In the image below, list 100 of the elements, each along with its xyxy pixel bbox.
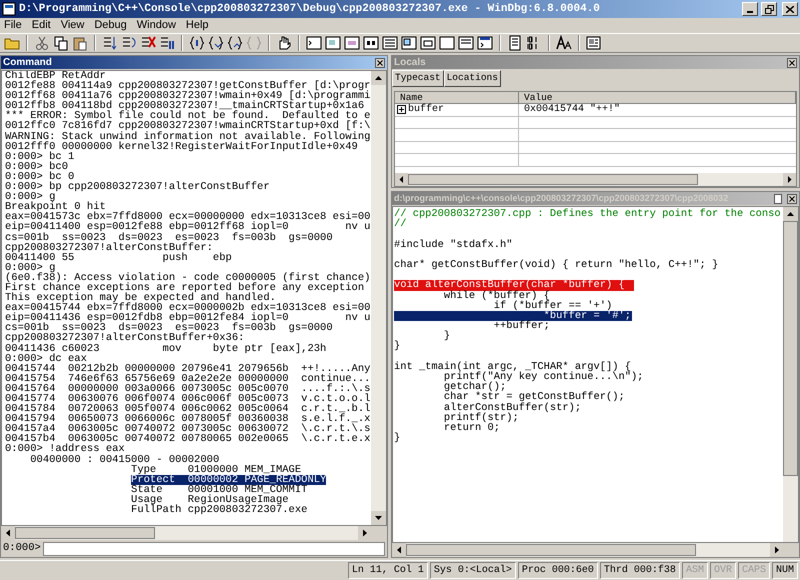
output-line: State 00001000 MEM_COMMIT [131, 484, 308, 495]
minimize-button[interactable] [742, 2, 758, 16]
scroll-left-icon[interactable] [395, 173, 408, 186]
font-size-icon[interactable] [556, 35, 572, 51]
scroll-down-icon[interactable] [371, 511, 386, 525]
status-field: ASM [682, 562, 708, 579]
brace-icon[interactable] [189, 35, 205, 51]
scroll-right-icon[interactable] [770, 543, 784, 557]
output-line: eip=00411400 esp=0012fe88 ebp=0012ff68 iopl=0 nv u [5, 222, 370, 232]
window-icon[interactable] [401, 35, 417, 51]
scissors-icon[interactable] [34, 35, 50, 51]
horizontal-scrollbar[interactable] [392, 543, 784, 557]
code-line: if (*buffer == '+') [494, 300, 612, 311]
close-button[interactable] [782, 2, 798, 16]
minimize-icon [747, 11, 753, 13]
scroll-up-icon[interactable] [783, 207, 798, 221]
output-line: Breakpoint 0 hit [5, 202, 106, 212]
copy-icon[interactable] [53, 35, 69, 51]
restore-button[interactable] [761, 2, 777, 16]
properties-icon[interactable] [586, 35, 602, 51]
scroll-up-icon[interactable] [371, 71, 386, 85]
window-icon[interactable] [439, 35, 455, 51]
output-line: 0:000> !address eax [5, 444, 125, 455]
code-line: int _tmain(int argc, _TCHAR* argv[]) { [394, 362, 631, 372]
horizontal-scrollbar[interactable] [395, 173, 796, 186]
output-line: eax=0041573c ebx=7ffd8000 ecx=00000000 edx=10313ce8 esi=00 [5, 212, 370, 222]
document-icon[interactable] [507, 35, 523, 51]
output-line: eax=00415744 ebx=7ffd8000 ecx=0000002b edx=10313ce8 esi=00 [5, 303, 370, 314]
window-icon[interactable] [363, 35, 379, 51]
tab-button[interactable]: Typecast [392, 70, 444, 87]
expand-icon[interactable] [397, 105, 406, 114]
close-icon[interactable] [787, 58, 797, 68]
output-line: 00415754 746e6f63 65756e69 0a2e2e2e 00000000 continue... [5, 374, 370, 384]
output-line: cpp200803272307!alterConstBuffer+0x36: [5, 333, 244, 344]
output-line: 0:000> g [5, 262, 56, 273]
window-icon[interactable] [344, 35, 360, 51]
table-cell: buffer [408, 104, 444, 115]
code-line: #include "stdafx.h" [394, 240, 512, 250]
command-input[interactable] [42, 542, 385, 556]
window-icon[interactable] [325, 35, 341, 51]
scroll-thumb[interactable] [783, 221, 798, 476]
code-line: alterConstBuffer(str); [442, 402, 582, 413]
paste-icon[interactable] [72, 35, 88, 51]
output-line: Type 01000000 MEM_IMAGE [131, 464, 302, 475]
scroll-left-icon[interactable] [1, 526, 15, 540]
scroll-right-icon[interactable] [783, 173, 796, 186]
output-line: 0:000> dc eax [5, 354, 87, 364]
output-line: This exception may be expected and handled. [5, 293, 276, 304]
command-prompt: 0:000> [3, 540, 41, 556]
menu-item[interactable]: Debug [94, 17, 127, 34]
window-icon[interactable] [306, 35, 322, 51]
window-icon[interactable] [420, 35, 436, 51]
output-line: 0012ff68 00411a76 cpp200803272307!wmain+0x49 [d:\programmi [5, 91, 370, 102]
close-icon[interactable] [375, 58, 385, 68]
vertical-scrollbar[interactable] [371, 71, 386, 525]
app-icon [2, 2, 16, 16]
brace-icon[interactable] [227, 35, 243, 51]
document-icon[interactable] [773, 194, 783, 204]
brace-icon[interactable] [208, 35, 224, 51]
window-icon[interactable] [382, 35, 398, 51]
tab-button[interactable]: Locations [444, 70, 501, 87]
output-line: 0012ffb8 004118bd cpp200803272307!__tmainCRTStartup+0x1a6 [5, 101, 364, 112]
output-line: 0:000> bc 1 [5, 152, 74, 162]
code-line: } [394, 433, 400, 444]
vertical-scrollbar[interactable] [783, 207, 798, 542]
menu-item[interactable]: View [60, 17, 84, 34]
status-field: NUM [772, 562, 798, 579]
column-header[interactable]: Value [519, 92, 796, 104]
window-icon[interactable] [458, 35, 474, 51]
horizontal-scrollbar[interactable] [1, 526, 372, 540]
code-line: // cpp200803272307.cpp : Defines the entry point for the conso [394, 209, 781, 220]
scroll-thumb[interactable] [408, 174, 698, 185]
menu-item[interactable]: File [4, 17, 22, 34]
close-icon [786, 6, 794, 12]
output-line: *** ERROR: Symbol file could not be found. Defaulted to e [5, 111, 370, 122]
status-field: Sys 0:<Local> [430, 562, 516, 579]
code-line: return 0; [442, 422, 500, 434]
scroll-thumb[interactable] [15, 527, 155, 539]
column-header[interactable]: Name [395, 92, 519, 104]
code-line: // [394, 219, 406, 230]
pause-icon[interactable] [159, 35, 175, 51]
code-line: } [394, 341, 400, 352]
close-icon[interactable] [787, 194, 797, 204]
output-line: cs=001b ss=0023 ds=0023 es=0023 fs=003b gs=0000 [5, 232, 333, 243]
menu-item[interactable]: Window [136, 17, 176, 34]
window-icon[interactable] [477, 35, 493, 51]
step-into-icon[interactable] [102, 35, 118, 51]
menu-item[interactable]: Help [186, 17, 209, 34]
output-line: 00411436 c60023 mov byte ptr [eax],23h [5, 344, 326, 354]
status-field: Proc 000:6e0 [518, 562, 598, 579]
menu-item[interactable]: Edit [32, 17, 51, 34]
code-line: getchar(); [442, 382, 506, 392]
scroll-right-icon[interactable] [358, 526, 372, 540]
scroll-thumb[interactable] [406, 544, 696, 556]
output-line: 004157b4 0063005c 00740072 00780065 002e0065 \.c.r.t.e.x [5, 434, 370, 444]
output-line: cpp200803272307!alterConstBuffer: [5, 242, 213, 253]
output-line: cs=001b ss=0023 ds=0023 es=0023 fs=003b gs=0000 [5, 323, 333, 334]
scroll-left-icon[interactable] [392, 543, 406, 557]
code-line: char *str = getConstBuffer(); [442, 392, 625, 403]
code-line: printf("Any key continue...\n"); [444, 372, 644, 382]
